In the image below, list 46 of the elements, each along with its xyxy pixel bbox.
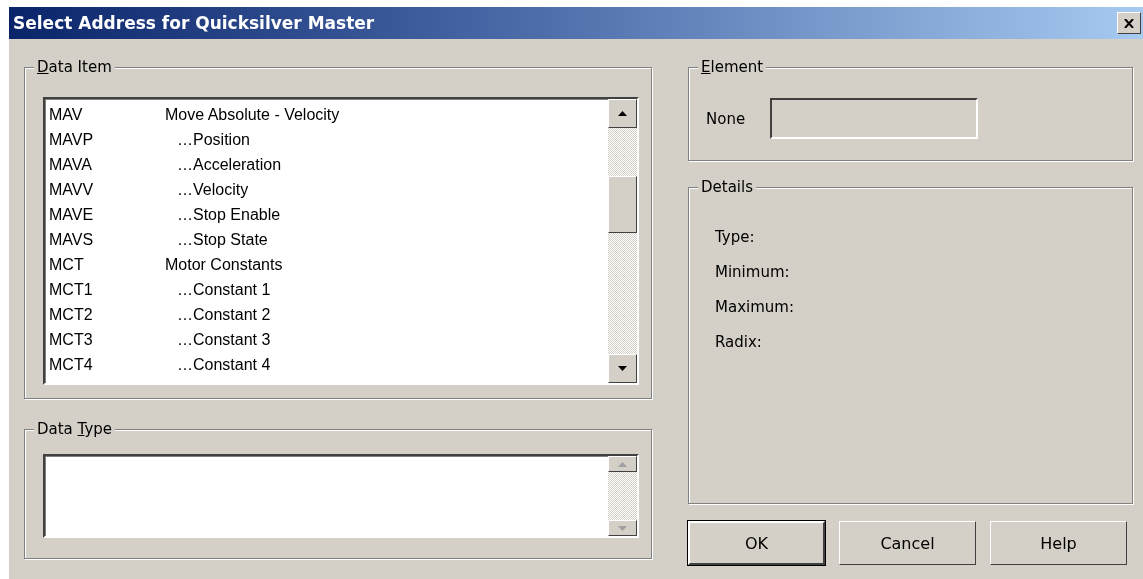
scrollbar[interactable] xyxy=(608,99,637,383)
list-box[interactable]: MAV Move Absolute - Velocity MAVP …Position MAVA …Acceleration MAVV …Velocity MAVE …Stop Enable MAVS …Stop State MCT Motor Constants MCT1 …Constant 1 MCT2 …Constant 2 MCT3 …Constant 3 MCT4 …Constant 4 xyxy=(43,97,639,385)
field-label: Maximum: xyxy=(715,298,795,316)
item-description[interactable]: …Constant 4 xyxy=(165,355,271,374)
field-label: Minimum: xyxy=(715,263,791,281)
item-description[interactable]: …Velocity xyxy=(165,180,249,199)
field-label: Radix: xyxy=(715,333,763,351)
up-arrow-icon xyxy=(618,461,627,467)
scroll-thumb[interactable] xyxy=(608,176,637,233)
group-label: Data Item xyxy=(34,57,115,77)
item-code[interactable]: MCT2 xyxy=(49,305,165,324)
item-code[interactable]: MAVE xyxy=(49,205,165,224)
field-label: None xyxy=(706,109,746,128)
item-code[interactable]: MAVP xyxy=(49,130,165,149)
close-button[interactable] xyxy=(1117,12,1141,34)
dialog-button[interactable]: Cancel xyxy=(839,521,976,565)
item-code[interactable]: MCT4 xyxy=(49,355,165,374)
down-arrow-icon xyxy=(618,366,627,371)
item-code[interactable]: MAV xyxy=(49,105,165,124)
item-description[interactable]: Move Absolute - Velocity xyxy=(165,105,340,124)
field-label: Type: xyxy=(715,228,756,246)
window-title: Select Address for Quicksilver Master xyxy=(13,13,375,33)
item-description[interactable]: Motor Constants xyxy=(165,255,283,274)
input-field[interactable] xyxy=(770,98,979,139)
group-label: Element xyxy=(698,57,767,77)
item-code[interactable]: MCT xyxy=(49,255,165,274)
item-code[interactable]: MAVA xyxy=(49,155,165,174)
group-label: Data Type xyxy=(34,419,116,439)
close-icon xyxy=(1124,18,1134,28)
ok-button[interactable]: OK xyxy=(688,521,825,565)
item-code[interactable]: MCT1 xyxy=(49,280,165,299)
item-code[interactable]: MCT3 xyxy=(49,330,165,349)
scroll-up-button[interactable] xyxy=(608,99,637,128)
up-arrow-icon xyxy=(618,111,627,116)
item-description[interactable]: …Constant 1 xyxy=(165,280,271,299)
item-description[interactable]: …Constant 2 xyxy=(165,305,271,324)
item-description[interactable]: …Constant 3 xyxy=(165,330,271,349)
down-arrow-icon xyxy=(618,525,627,531)
item-description[interactable]: …Position xyxy=(165,130,250,149)
item-description[interactable]: …Stop Enable xyxy=(165,205,281,224)
item-description[interactable]: …Acceleration xyxy=(165,155,282,174)
item-code[interactable]: MAVS xyxy=(49,230,165,249)
scroll-down-button[interactable] xyxy=(608,354,637,383)
dialog-button[interactable]: Help xyxy=(990,521,1127,565)
item-code[interactable]: MAVV xyxy=(49,180,165,199)
item-description[interactable]: …Stop State xyxy=(165,230,268,249)
